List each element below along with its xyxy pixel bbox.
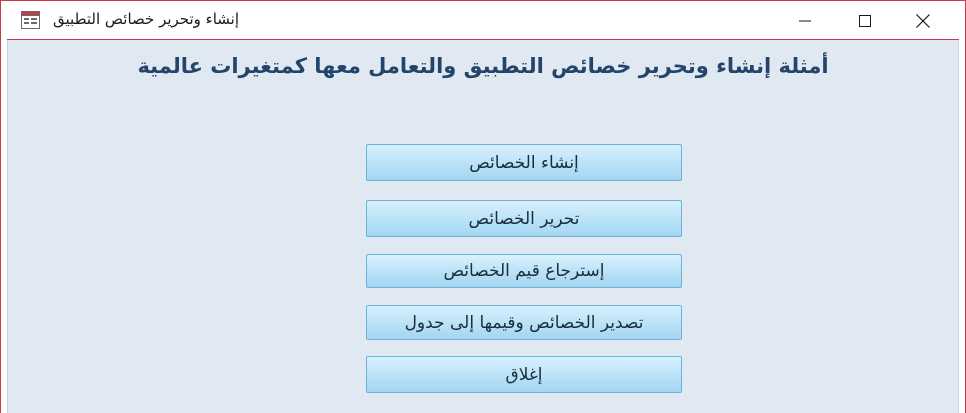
- close-icon: [916, 13, 930, 28]
- form-icon[interactable]: [21, 11, 40, 29]
- close-form-button[interactable]: إغلاق: [366, 356, 682, 393]
- retrieve-property-values-button[interactable]: إسترجاع قيم الخصائص: [366, 254, 682, 288]
- edit-properties-button[interactable]: تحرير الخصائص: [366, 200, 682, 237]
- maximize-button[interactable]: [837, 1, 893, 40]
- close-button[interactable]: [895, 1, 951, 40]
- title-bar[interactable]: إنشاء وتحرير خصائص التطبيق: [1, 1, 965, 40]
- export-properties-to-table-button[interactable]: تصدير الخصائص وقيمها إلى جدول: [366, 305, 682, 340]
- minimize-button[interactable]: [777, 1, 833, 40]
- window-title: إنشاء وتحرير خصائص التطبيق: [53, 10, 240, 28]
- page-title: أمثلة إنشاء وتحرير خصائص التطبيق والتعام…: [137, 54, 829, 78]
- maximize-icon: [859, 14, 871, 27]
- form-body: أمثلة إنشاء وتحرير خصائص التطبيق والتعام…: [7, 40, 959, 413]
- minimize-icon: [799, 20, 811, 21]
- app-window: إنشاء وتحرير خصائص التطبيق أمثلة إنشاء و…: [0, 0, 966, 413]
- create-properties-button[interactable]: إنشاء الخصائص: [366, 144, 682, 181]
